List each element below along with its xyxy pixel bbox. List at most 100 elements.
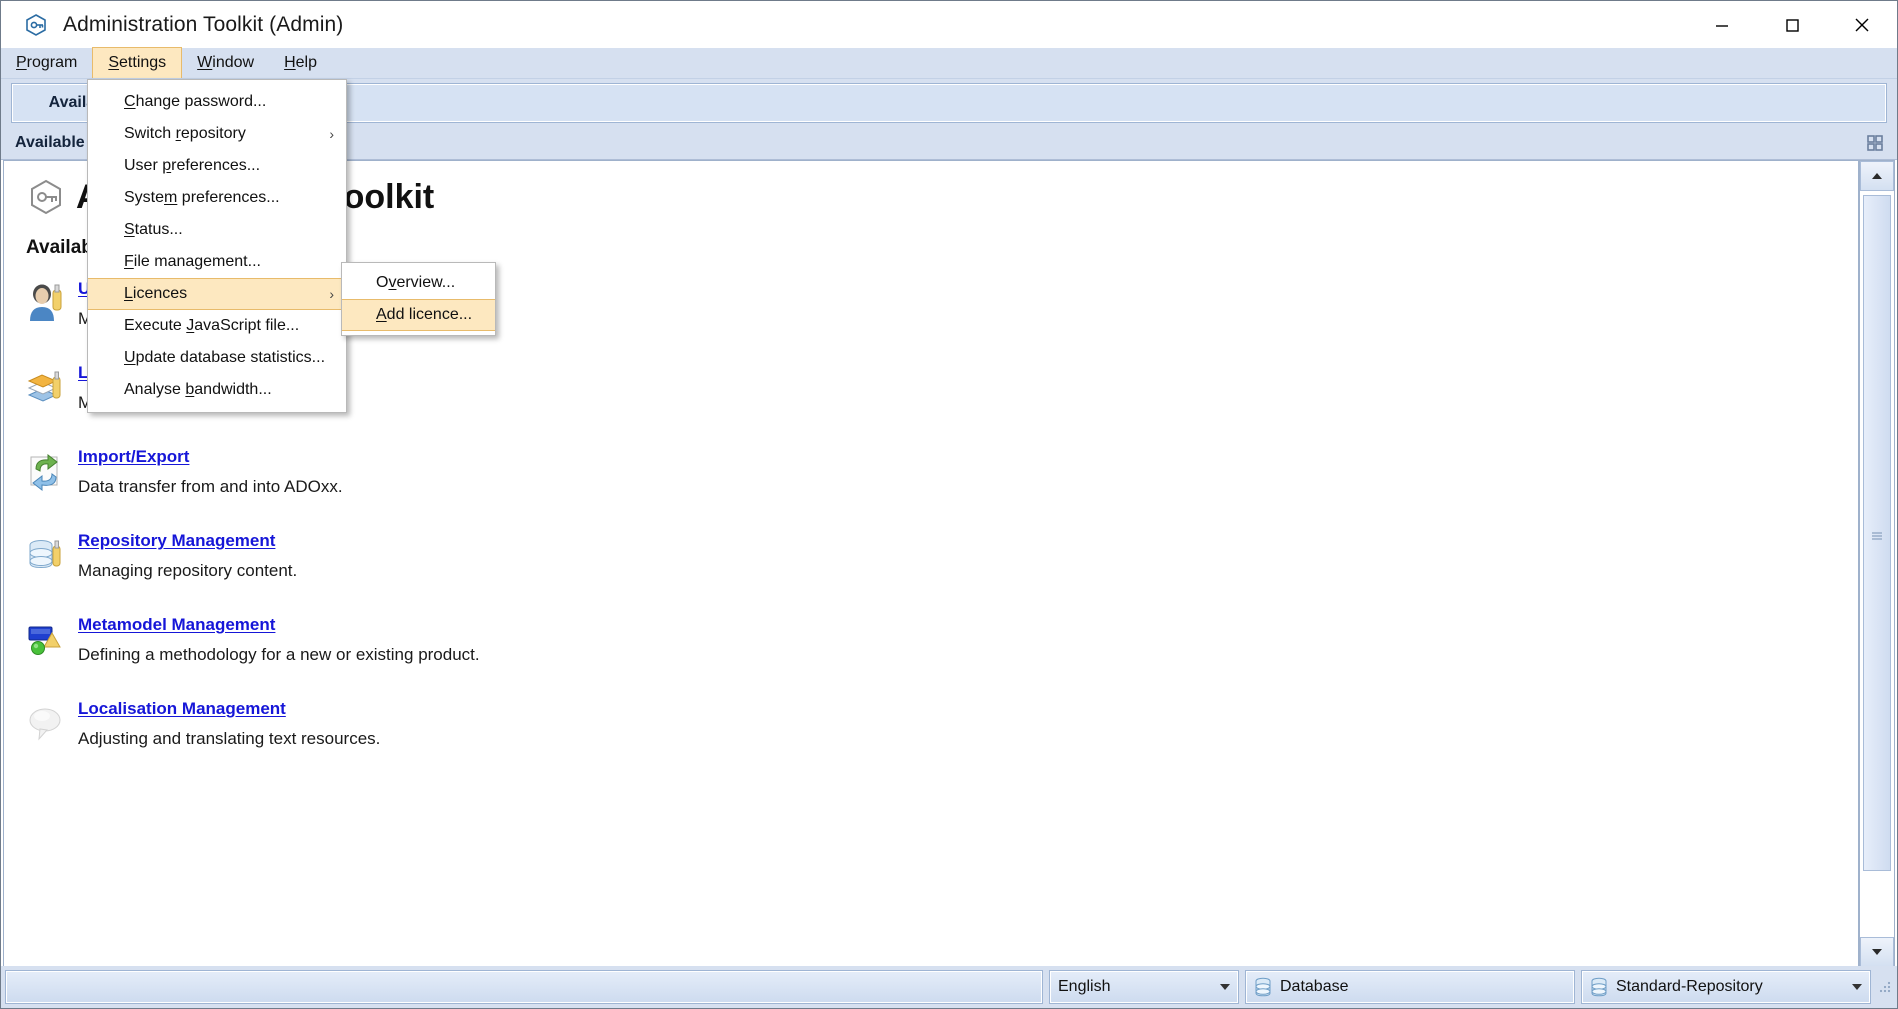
vertical-scrollbar[interactable] bbox=[1859, 160, 1895, 968]
mnemonic: p bbox=[162, 157, 171, 175]
database-wrench-icon bbox=[26, 533, 66, 577]
menu-settings[interactable]: Settings bbox=[92, 47, 182, 78]
close-button[interactable] bbox=[1827, 1, 1897, 48]
component-link-localisation-management[interactable]: Localisation Management bbox=[78, 698, 380, 720]
title-bar: Administration Toolkit (Admin) bbox=[1, 1, 1897, 48]
scroll-down-button[interactable] bbox=[1860, 937, 1894, 967]
licences-submenu: Overview... Add licence... bbox=[341, 262, 496, 336]
mnemonic: b bbox=[185, 381, 194, 399]
menu-item-label-2: references... bbox=[171, 157, 260, 175]
component-card-repository-management[interactable]: Repository Management Managing repositor… bbox=[26, 529, 1858, 591]
resize-grip-icon[interactable] bbox=[1877, 979, 1893, 995]
menu-item-change-password[interactable]: Change password... bbox=[88, 86, 346, 118]
component-desc-metamodel-management: Defining a methodology for a new or exis… bbox=[78, 644, 480, 666]
menu-item-file-management[interactable]: File management... bbox=[88, 246, 346, 278]
menu-window-mnemonic: W bbox=[197, 54, 212, 72]
menu-program-mnemonic: P bbox=[16, 54, 27, 72]
scrollbar-track[interactable] bbox=[1860, 191, 1894, 937]
repository-value-wrap: Standard-Repository bbox=[1590, 977, 1763, 997]
component-card-metamodel-management[interactable]: Metamodel Management Defining a methodol… bbox=[26, 613, 1858, 675]
database-indicator[interactable]: Database bbox=[1245, 970, 1575, 1004]
menu-item-switch-repository[interactable]: Switch repository› bbox=[88, 118, 346, 150]
speech-bubble-icon bbox=[26, 701, 66, 745]
menu-settings-mnemonic: S bbox=[108, 54, 119, 72]
menu-item-label: tatus... bbox=[135, 221, 183, 239]
menu-item-label-2: epository bbox=[181, 125, 246, 143]
submenu-item-label-2: erview... bbox=[396, 274, 455, 292]
settings-dropdown-menu: Change password... Switch repository› Us… bbox=[87, 79, 347, 413]
submenu-item-overview[interactable]: Overview... bbox=[342, 267, 495, 299]
submenu-item-add-licence[interactable]: Add licence... bbox=[342, 299, 495, 331]
menu-help[interactable]: Help bbox=[269, 48, 332, 78]
component-card-localisation-management[interactable]: Localisation Management Adjusting and tr… bbox=[26, 697, 1858, 759]
mnemonic: F bbox=[124, 253, 134, 271]
mnemonic: S bbox=[124, 221, 135, 239]
menu-item-label: Syste bbox=[124, 189, 164, 207]
chevron-down-icon[interactable] bbox=[1220, 984, 1230, 990]
submenu-item-label: dd licence... bbox=[387, 306, 472, 324]
scrollbar-grip-icon bbox=[1871, 528, 1883, 538]
menu-item-user-preferences[interactable]: User preferences... bbox=[88, 150, 346, 182]
language-value: English bbox=[1058, 978, 1110, 996]
chevron-right-icon: › bbox=[329, 286, 334, 302]
menu-item-label: pdate database statistics... bbox=[136, 349, 325, 367]
menu-help-label: elp bbox=[296, 54, 317, 72]
key-hexagon-icon bbox=[26, 177, 66, 217]
mnemonic: A bbox=[376, 306, 387, 324]
component-card-body: Localisation Management Adjusting and tr… bbox=[78, 697, 380, 750]
menu-item-label: ile management... bbox=[134, 253, 261, 271]
component-desc-repository-management: Managing repository content. bbox=[78, 560, 297, 582]
menu-item-label-2: avaScript file... bbox=[194, 317, 299, 335]
toolbar-filler bbox=[162, 83, 1887, 123]
books-wrench-icon bbox=[26, 365, 66, 409]
menu-bar: Program Settings Window Help bbox=[1, 48, 1897, 79]
menu-item-label: User bbox=[124, 157, 162, 175]
menu-item-analyse-bandwidth[interactable]: Analyse bandwidth... bbox=[88, 374, 346, 406]
mnemonic: m bbox=[164, 189, 177, 207]
status-message bbox=[5, 970, 1043, 1004]
menu-item-label: Execute bbox=[124, 317, 186, 335]
menu-item-label-2: preferences... bbox=[177, 189, 279, 207]
key-hexagon-icon bbox=[23, 12, 49, 38]
maximize-button[interactable] bbox=[1757, 1, 1827, 48]
minimize-button[interactable] bbox=[1687, 1, 1757, 48]
menu-item-label: Switch bbox=[124, 125, 176, 143]
menu-window-label: indow bbox=[212, 54, 254, 72]
menu-item-label-2: andwidth... bbox=[194, 381, 271, 399]
user-wrench-icon bbox=[26, 281, 66, 325]
menu-help-mnemonic: H bbox=[284, 54, 296, 72]
menu-program[interactable]: Program bbox=[1, 48, 92, 78]
application-window: Administration Toolkit (Admin) Program S… bbox=[0, 0, 1898, 1009]
menu-item-system-preferences[interactable]: System preferences... bbox=[88, 182, 346, 214]
menu-item-licences[interactable]: Licences› bbox=[88, 278, 346, 310]
database-icon bbox=[1590, 977, 1608, 997]
menu-item-status[interactable]: Status... bbox=[88, 214, 346, 246]
language-selector[interactable]: English bbox=[1049, 970, 1239, 1004]
tab-bar-tools bbox=[1865, 133, 1885, 153]
component-card-body: Metamodel Management Defining a methodol… bbox=[78, 613, 480, 666]
menu-item-update-database-statistics[interactable]: Update database statistics... bbox=[88, 342, 346, 374]
import-export-arrows-icon bbox=[26, 449, 66, 493]
component-link-metamodel-management[interactable]: Metamodel Management bbox=[78, 614, 480, 636]
component-link-import-export[interactable]: Import/Export bbox=[78, 446, 343, 468]
repository-selector[interactable]: Standard-Repository bbox=[1581, 970, 1871, 1004]
window-controls bbox=[1687, 1, 1897, 48]
database-value: Database bbox=[1280, 978, 1349, 996]
component-desc-localisation-management: Adjusting and translating text resources… bbox=[78, 728, 380, 750]
grid-view-icon[interactable] bbox=[1865, 133, 1885, 153]
component-card-body: Import/Export Data transfer from and int… bbox=[78, 445, 343, 498]
component-card-body: Repository Management Managing repositor… bbox=[78, 529, 297, 582]
menu-item-execute-javascript-file[interactable]: Execute JavaScript file... bbox=[88, 310, 346, 342]
mnemonic: L bbox=[124, 285, 133, 303]
status-bar: English Database bbox=[1, 966, 1897, 1008]
menu-window[interactable]: Window bbox=[182, 48, 269, 78]
database-icon bbox=[1254, 977, 1272, 997]
scrollbar-thumb[interactable] bbox=[1863, 195, 1891, 871]
scroll-up-button[interactable] bbox=[1860, 161, 1894, 191]
chevron-down-icon[interactable] bbox=[1852, 984, 1862, 990]
submenu-item-label: O bbox=[376, 274, 388, 292]
component-link-repository-management[interactable]: Repository Management bbox=[78, 530, 297, 552]
component-card-import-export[interactable]: Import/Export Data transfer from and int… bbox=[26, 445, 1858, 507]
tab-available[interactable]: Available bbox=[1, 127, 99, 160]
chevron-right-icon: › bbox=[329, 126, 334, 142]
